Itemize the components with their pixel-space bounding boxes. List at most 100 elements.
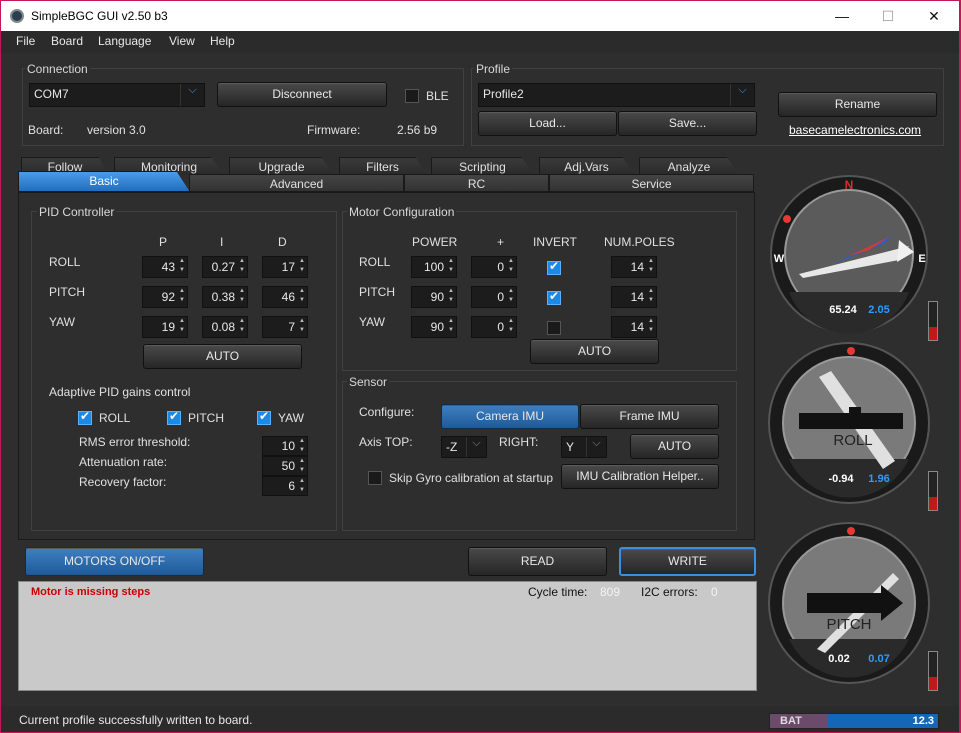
menu-file[interactable]: File [16,34,35,48]
camera-imu-button[interactable]: Camera IMU [441,404,579,429]
pitch-angle-value: 0.02 [828,653,849,665]
write-button[interactable]: WRITE [619,547,756,576]
pid-roll-p[interactable]: 43 ▲ ▼ [142,256,188,278]
imu-calibration-helper-button[interactable]: IMU Calibration Helper.. [561,464,719,489]
spinner-arrows-icon[interactable]: ▲ ▼ [297,257,307,277]
recovery-input[interactable]: 6 ▲ ▼ [262,476,308,496]
menu-help[interactable]: Help [210,34,235,48]
yaw-rate-value: 2.05 [868,304,889,316]
tab-upgrade[interactable]: Upgrade [229,157,334,175]
adaptive-pitch-label: PITCH [188,411,224,425]
port-select[interactable]: COM7 ⌵ [29,83,205,107]
pid-roll-d[interactable]: 17 ▲ ▼ [262,256,308,278]
motor-roll-invert[interactable] [547,259,561,275]
motor-yaw-poles[interactable]: 14 ▲ ▼ [611,316,657,338]
rename-button[interactable]: Rename [778,92,937,117]
spinner-arrows-icon[interactable]: ▲ ▼ [297,457,307,477]
spinner-arrows-icon[interactable]: ▲ ▼ [177,287,187,307]
motor-roll-plus[interactable]: 0 ▲ ▼ [471,256,517,278]
axis-top-select[interactable]: -Z ⌵ [441,436,487,458]
pid-header-d: D [278,235,287,249]
spinner-arrows-icon[interactable]: ▲ ▼ [177,317,187,337]
pid-auto-button[interactable]: AUTO [143,344,302,369]
profile-select[interactable]: Profile2 ⌵ [478,83,755,107]
spinner-arrows-icon[interactable]: ▲ ▼ [506,317,516,337]
yaw-level-fill [929,326,937,340]
disconnect-button[interactable]: Disconnect [217,82,387,107]
motor-yaw-plus[interactable]: 0 ▲ ▼ [471,316,517,338]
spinner-arrows-icon[interactable]: ▲ ▼ [506,287,516,307]
tab-filters[interactable]: Filters [339,157,426,175]
adaptive-pitch-checkbox[interactable] [167,409,181,425]
tab-advanced[interactable]: Advanced [189,174,404,192]
title-bar: SimpleBGC GUI v2.50 b3 — ☐ ✕ [1,1,959,31]
spinner-arrows-icon[interactable]: ▲ ▼ [297,317,307,337]
spinner-arrows-icon[interactable]: ▲ ▼ [646,287,656,307]
skip-gyro-label: Skip Gyro calibration at startup [389,471,554,485]
tab-analyze[interactable]: Analyze [639,157,739,175]
motor-roll-poles[interactable]: 14 ▲ ▼ [611,256,657,278]
motor-yaw-invert[interactable] [547,321,561,335]
motor-roll-power[interactable]: 100 ▲ ▼ [411,256,457,278]
tab-rc[interactable]: RC [404,174,549,192]
pid-roll-i[interactable]: 0.27 ▲ ▼ [202,256,248,278]
rms-input[interactable]: 10 ▲ ▼ [262,436,308,456]
spinner-arrows-icon[interactable]: ▲ ▼ [446,287,456,307]
spinner-arrows-icon[interactable]: ▲ ▼ [237,287,247,307]
save-button[interactable]: Save... [618,111,757,136]
spinner-arrows-icon[interactable]: ▲ ▼ [237,257,247,277]
ble-checkbox[interactable] [405,89,419,103]
sensor-auto-button[interactable]: AUTO [630,434,719,459]
menu-board[interactable]: Board [51,34,83,48]
spinner-arrows-icon[interactable]: ▲ ▼ [177,257,187,277]
close-button[interactable]: ✕ [911,1,957,31]
pid-pitch-i[interactable]: 0.38 ▲ ▼ [202,286,248,308]
right-select[interactable]: Y ⌵ [561,436,607,458]
adaptive-yaw-checkbox[interactable] [257,409,271,425]
spinner-arrows-icon[interactable]: ▲ ▼ [297,287,307,307]
motor-pitch-invert[interactable] [547,289,561,305]
battery-indicator: BAT 12.3 [769,713,939,729]
pid-yaw-i[interactable]: 0.08 ▲ ▼ [202,316,248,338]
maximize-button[interactable]: ☐ [865,1,911,31]
skip-gyro-checkbox[interactable] [368,471,382,485]
tab-basic[interactable]: Basic [18,171,190,192]
motor-yaw-power[interactable]: 90 ▲ ▼ [411,316,457,338]
pid-yaw-p[interactable]: 19 ▲ ▼ [142,316,188,338]
website-link[interactable]: basecamelectronics.com [789,123,921,137]
rms-label: RMS error threshold: [79,435,191,449]
motors-toggle-button[interactable]: MOTORS ON/OFF [25,547,204,576]
pid-pitch-p[interactable]: 92 ▲ ▼ [142,286,188,308]
spinner-arrows-icon[interactable]: ▲ ▼ [297,437,307,457]
spinner-arrows-icon[interactable]: ▲ ▼ [506,257,516,277]
tab-service[interactable]: Service [549,174,754,192]
adaptive-roll-checkbox[interactable] [78,409,92,425]
motor-pitch-power[interactable]: 90 ▲ ▼ [411,286,457,308]
menu-language[interactable]: Language [98,34,151,48]
attenuation-input[interactable]: 50 ▲ ▼ [262,456,308,476]
spinner-arrows-icon[interactable]: ▲ ▼ [646,257,656,277]
spinner-arrows-icon[interactable]: ▲ ▼ [297,477,307,497]
tab-scripting[interactable]: Scripting [431,157,534,175]
motor-auto-button[interactable]: AUTO [530,339,659,364]
i2c-errors-value: 0 [711,585,718,599]
value: 14 [630,290,644,304]
read-button[interactable]: READ [468,547,607,576]
menu-view[interactable]: View [169,34,195,48]
spinner-arrows-icon[interactable]: ▲ ▼ [646,317,656,337]
tab-adj-vars[interactable]: Adj.Vars [539,157,634,175]
firmware-value: 2.56 b9 [397,123,438,137]
minimize-button[interactable]: — [819,1,865,31]
motor-pitch-plus[interactable]: 0 ▲ ▼ [471,286,517,308]
motor-pitch-poles[interactable]: 14 ▲ ▼ [611,286,657,308]
pid-pitch-d[interactable]: 46 ▲ ▼ [262,286,308,308]
pid-yaw-d[interactable]: 7 ▲ ▼ [262,316,308,338]
menu-bar: File Board Language View Help [1,31,959,53]
load-button[interactable]: Load... [478,111,617,136]
frame-imu-button[interactable]: Frame IMU [580,404,719,429]
spinner-arrows-icon[interactable]: ▲ ▼ [237,317,247,337]
value: 0 [497,320,504,334]
spinner-arrows-icon[interactable]: ▲ ▼ [446,257,456,277]
spinner-arrows-icon[interactable]: ▲ ▼ [446,317,456,337]
value: 14 [630,320,644,334]
